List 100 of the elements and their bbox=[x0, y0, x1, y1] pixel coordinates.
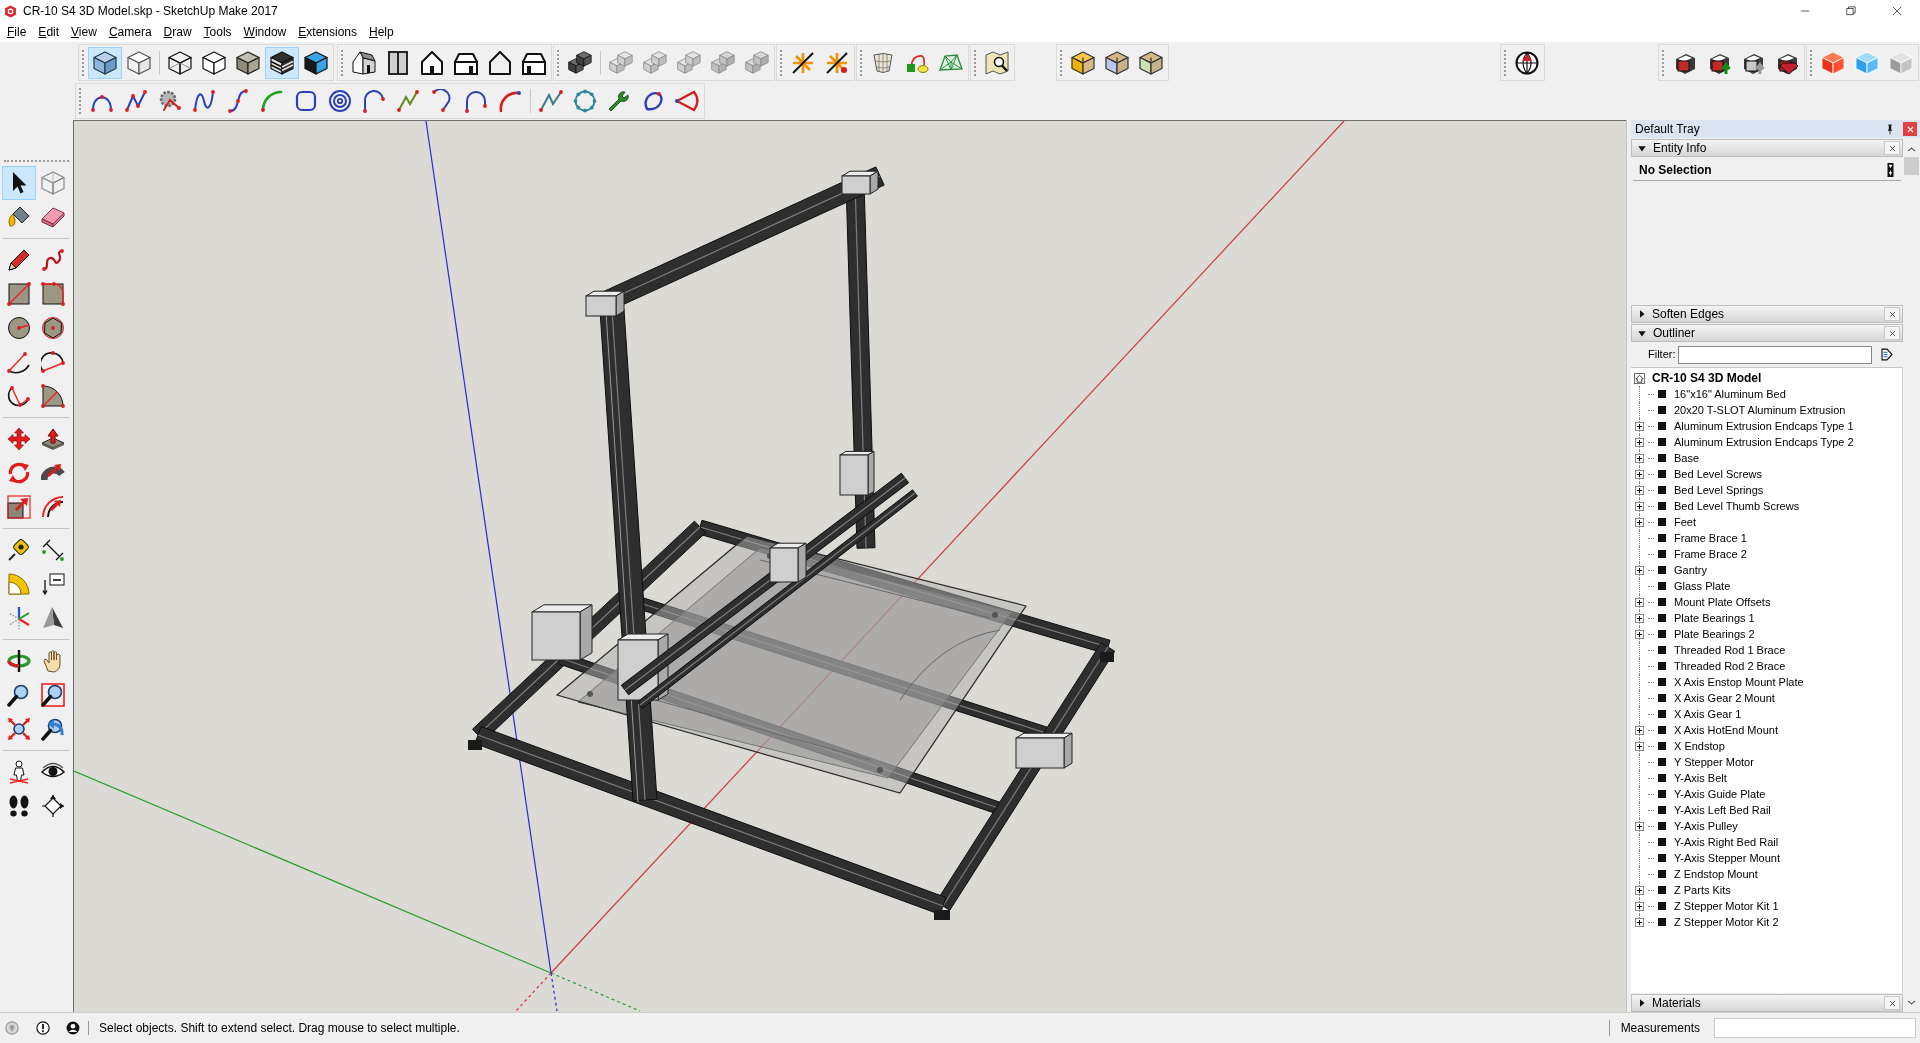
tree-item-label[interactable]: Glass Plate bbox=[1674, 579, 1731, 593]
expand-plus-icon[interactable] bbox=[1635, 613, 1644, 623]
tree-item-label[interactable]: X Axis Gear 2 Mount bbox=[1674, 691, 1775, 705]
expand-plus-icon[interactable] bbox=[1635, 901, 1644, 911]
tree-item-label[interactable]: Mount Plate Offsets bbox=[1674, 595, 1771, 609]
toolbar-grip[interactable] bbox=[4, 160, 69, 163]
tree-item-label[interactable]: X Axis Enstop Mount Plate bbox=[1674, 675, 1804, 689]
close-button[interactable] bbox=[1903, 122, 1917, 136]
toolbar-grip[interactable] bbox=[341, 49, 344, 76]
tree-item-label[interactable]: Plate Bearings 1 bbox=[1674, 611, 1755, 625]
style-button[interactable] bbox=[265, 46, 299, 79]
exclamation-circle-icon[interactable] bbox=[36, 1021, 50, 1035]
close-button[interactable] bbox=[1884, 141, 1900, 155]
user-circle-icon[interactable] bbox=[66, 1021, 80, 1035]
expand-plus-icon[interactable] bbox=[1635, 821, 1644, 831]
3d-viewport[interactable] bbox=[73, 120, 1626, 1012]
filter-field[interactable] bbox=[1677, 345, 1872, 364]
toggle-details-icon[interactable] bbox=[1886, 162, 1895, 177]
arrow-page-icon[interactable] bbox=[1881, 348, 1893, 361]
tree-item-label[interactable]: Feet bbox=[1674, 515, 1696, 529]
tree-item-label[interactable]: Bed Level Screws bbox=[1674, 467, 1763, 481]
menu-item[interactable]: View bbox=[65, 23, 103, 41]
tree-item-label[interactable]: Y-Axis Left Bed Rail bbox=[1674, 803, 1771, 817]
toolbar-grip[interactable] bbox=[82, 49, 85, 76]
close-button[interactable] bbox=[1884, 326, 1900, 340]
menu-item[interactable]: Help bbox=[363, 23, 400, 41]
tree-item-label[interactable]: Z Stepper Motor Kit 2 bbox=[1674, 915, 1779, 929]
tree-item-label[interactable]: 16"x16" Aluminum Bed bbox=[1674, 387, 1786, 401]
toolbar-grip[interactable] bbox=[1504, 49, 1507, 76]
expand-plus-icon[interactable] bbox=[1635, 453, 1644, 463]
tree-item-label[interactable]: Bed Level Springs bbox=[1674, 483, 1764, 497]
toolbar-grip[interactable] bbox=[1810, 49, 1813, 76]
expand-plus-icon[interactable] bbox=[1635, 485, 1644, 495]
expand-plus-icon[interactable] bbox=[1635, 597, 1644, 607]
expand-plus-icon[interactable] bbox=[1635, 629, 1644, 639]
expand-plus-icon[interactable] bbox=[1635, 741, 1644, 751]
panel-header[interactable]: Outliner bbox=[1631, 324, 1903, 342]
tree-item-label[interactable]: Base bbox=[1674, 451, 1700, 465]
tree-item-label[interactable]: Plate Bearings 2 bbox=[1674, 627, 1755, 641]
expand-plus-icon[interactable] bbox=[1635, 565, 1644, 575]
tree-item-label[interactable]: Bed Level Thumb Screws bbox=[1674, 499, 1800, 513]
triangle-right-icon[interactable] bbox=[1639, 310, 1645, 318]
toolbar-grip[interactable] bbox=[557, 49, 560, 76]
tree-item-label[interactable]: Aluminum Extrusion Endcaps Type 1 bbox=[1674, 419, 1854, 433]
tree-item-label[interactable]: X Endstop bbox=[1674, 739, 1725, 753]
select-tool-button[interactable] bbox=[2, 166, 36, 200]
expand-plus-icon[interactable] bbox=[1635, 421, 1644, 431]
toolbar-grip[interactable] bbox=[79, 88, 82, 114]
panel-header[interactable]: Soften Edges bbox=[1631, 305, 1903, 323]
tree-item-label[interactable]: X Axis HotEnd Mount bbox=[1674, 723, 1778, 737]
tree-item-label[interactable]: Threaded Rod 2 Brace bbox=[1674, 659, 1786, 673]
toolbar-grip[interactable] bbox=[1662, 49, 1665, 76]
tree-item-label[interactable]: Z Endstop Mount bbox=[1674, 867, 1758, 881]
expand-plus-icon[interactable] bbox=[1635, 917, 1644, 927]
tree-item-label[interactable]: Gantry bbox=[1674, 563, 1707, 577]
toolbar-grip[interactable] bbox=[860, 49, 863, 76]
tree-item-label[interactable]: X Axis Gear 1 bbox=[1674, 707, 1742, 721]
expand-plus-icon[interactable] bbox=[1635, 517, 1644, 527]
tree-item-label[interactable]: Z Stepper Motor Kit 1 bbox=[1674, 899, 1779, 913]
close-button[interactable] bbox=[1884, 307, 1900, 321]
tree-item-label[interactable]: Frame Brace 2 bbox=[1674, 547, 1747, 561]
tree-item-label[interactable]: Z Parts Kits bbox=[1674, 883, 1731, 897]
chevron-down-icon[interactable] bbox=[1907, 999, 1916, 1006]
expand-plus-icon[interactable] bbox=[1635, 885, 1644, 895]
triangle-down-icon[interactable] bbox=[1638, 144, 1646, 152]
menu-item[interactable]: Extensions bbox=[292, 23, 363, 41]
tree-item-label[interactable]: Frame Brace 1 bbox=[1674, 531, 1747, 545]
close-button[interactable] bbox=[1884, 996, 1900, 1010]
toolbar-grip[interactable] bbox=[780, 49, 783, 76]
expand-plus-icon[interactable] bbox=[1635, 469, 1644, 479]
menu-item[interactable]: Window bbox=[237, 23, 293, 41]
tree-item-label[interactable]: Threaded Rod 1 Brace bbox=[1674, 643, 1786, 657]
triangle-down-icon[interactable] bbox=[1638, 329, 1646, 337]
menu-item[interactable]: Draw bbox=[157, 23, 198, 41]
menu-item[interactable]: File bbox=[1, 23, 33, 41]
tree-item-label[interactable]: 20x20 T-SLOT Aluminum Extrusion bbox=[1674, 403, 1846, 417]
panel-header[interactable]: Materials bbox=[1631, 994, 1903, 1012]
model-name[interactable]: CR-10 S4 3D Model bbox=[1652, 369, 1762, 387]
tree-item-label[interactable]: Y Stepper Motor bbox=[1674, 755, 1754, 769]
triangle-right-icon[interactable] bbox=[1639, 999, 1645, 1007]
toolbar-grip[interactable] bbox=[974, 49, 977, 76]
scrollbar-thumb[interactable] bbox=[1904, 157, 1919, 175]
measurements-field[interactable] bbox=[1714, 1018, 1916, 1038]
expand-plus-icon[interactable] bbox=[1635, 437, 1644, 447]
style-button[interactable] bbox=[88, 46, 122, 79]
tree-item-label[interactable]: Y-Axis Belt bbox=[1674, 771, 1727, 785]
tree-item-label[interactable]: Y-Axis Right Bed Rail bbox=[1674, 835, 1779, 849]
menu-item[interactable]: Edit bbox=[32, 23, 66, 41]
expand-plus-icon[interactable] bbox=[1635, 725, 1644, 735]
expand-plus-icon[interactable] bbox=[1635, 501, 1644, 511]
chevron-up-icon[interactable] bbox=[1907, 146, 1916, 153]
tree-item-label[interactable]: Y-Axis Pulley bbox=[1674, 819, 1738, 833]
tree-item-label[interactable]: Aluminum Extrusion Endcaps Type 2 bbox=[1674, 435, 1854, 449]
tree-item-label[interactable]: Y-Axis Stepper Mount bbox=[1674, 851, 1780, 865]
menu-item[interactable]: Camera bbox=[102, 23, 158, 41]
panel-header[interactable]: Entity Info bbox=[1631, 139, 1903, 157]
menu-item[interactable]: Tools bbox=[197, 23, 238, 41]
tree-item-label[interactable]: Y-Axis Guide Plate bbox=[1674, 787, 1766, 801]
toolbar-grip[interactable] bbox=[1060, 49, 1063, 76]
3d-printer-model-drawing[interactable] bbox=[468, 166, 1116, 920]
